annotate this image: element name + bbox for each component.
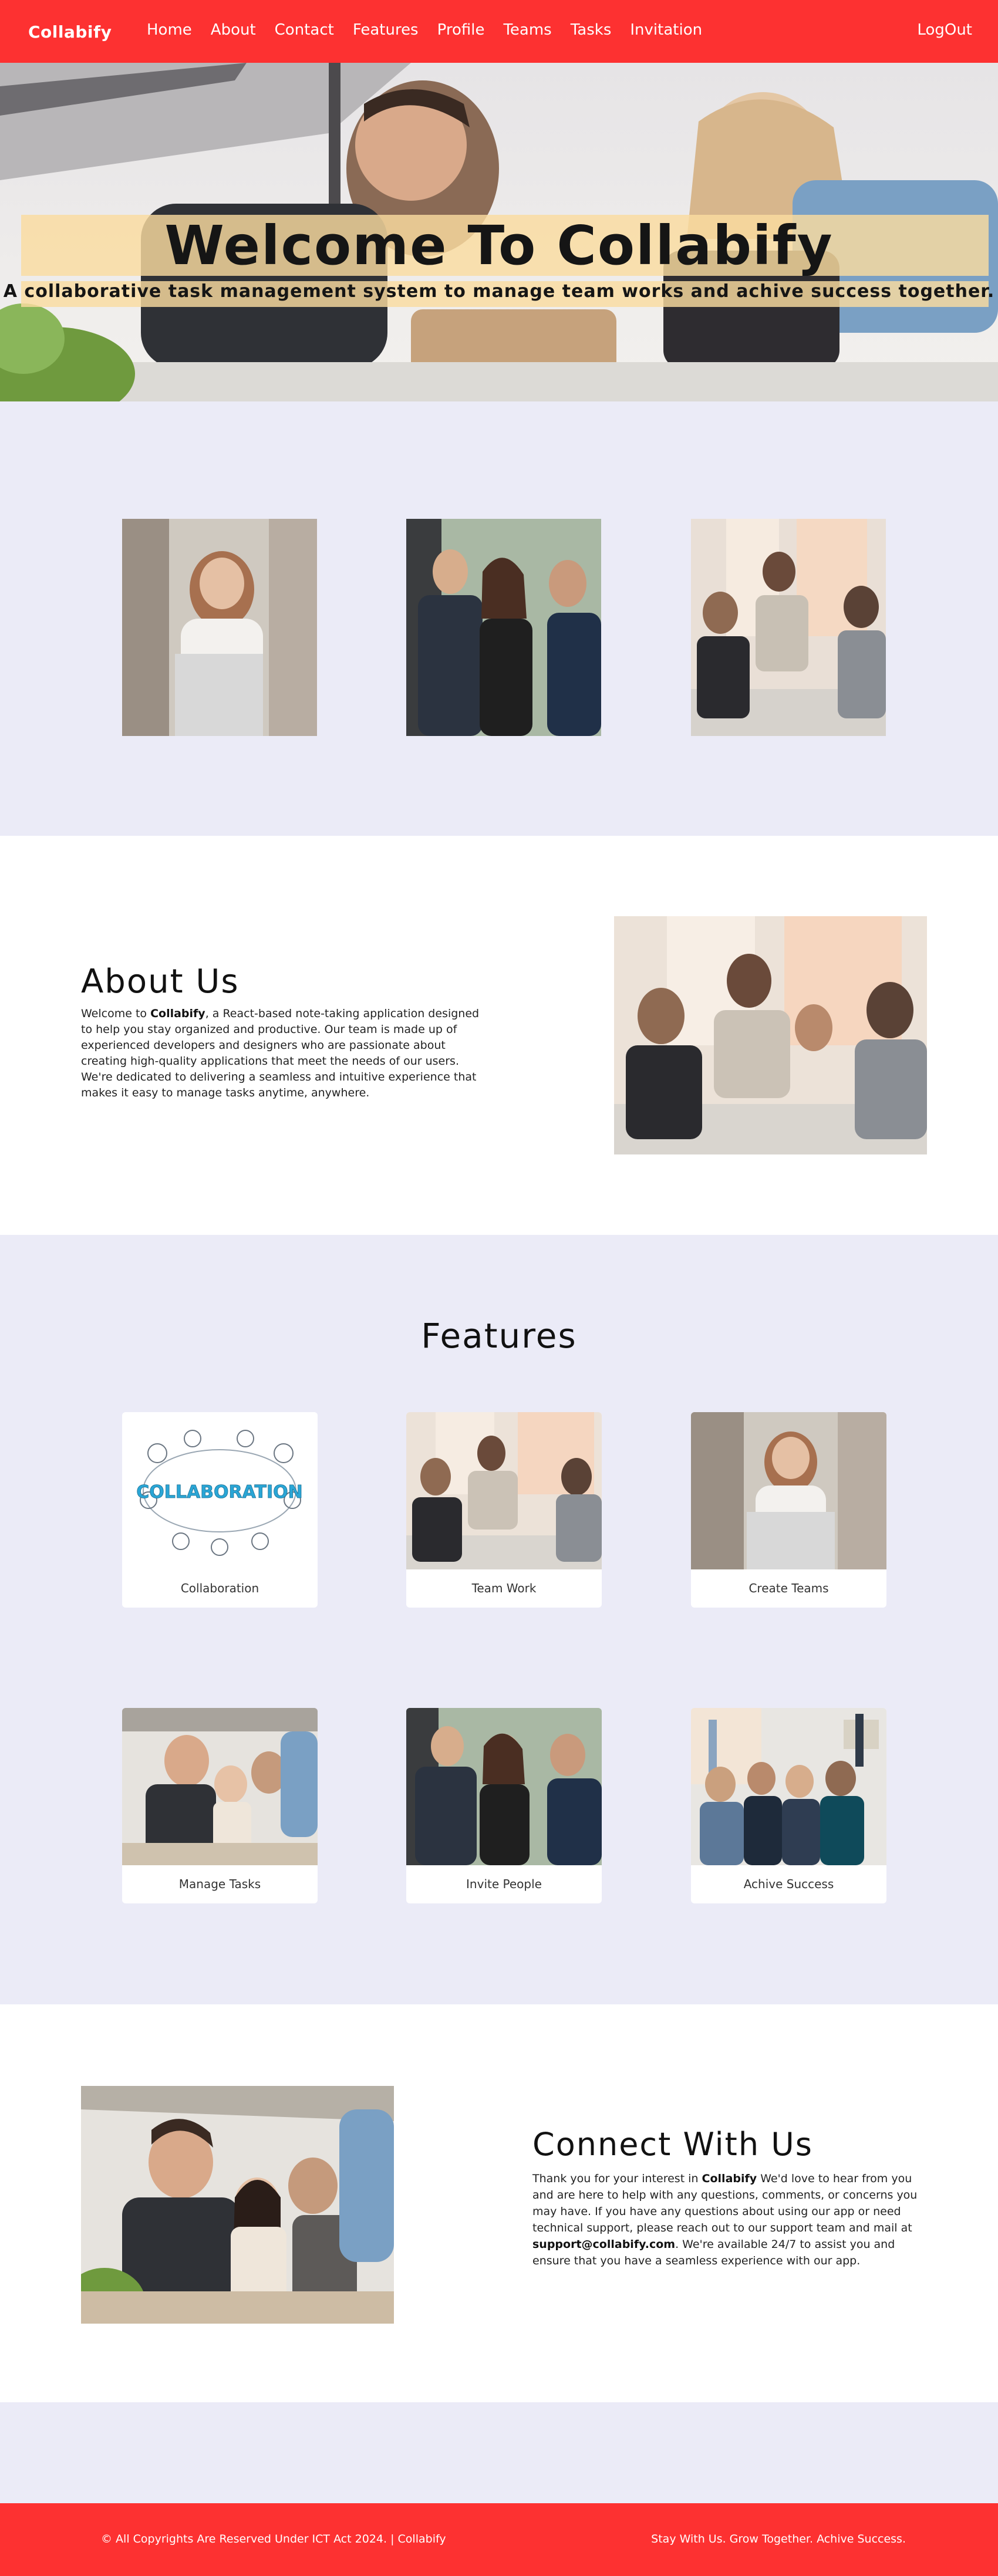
gallery-photo-team-meeting xyxy=(691,519,886,736)
connect-heading: Connect With Us xyxy=(532,2126,813,2163)
feature-card-label: Manage Tasks xyxy=(178,1877,261,1891)
nav-link-invitation[interactable]: Invitation xyxy=(630,21,702,39)
gallery-photo-team-handshake xyxy=(406,519,601,736)
hero-title: Welcome To Collabify xyxy=(164,214,834,277)
feature-card-create-teams[interactable]: Create Teams xyxy=(691,1412,886,1608)
feature-card-label: Collaboration xyxy=(180,1581,259,1595)
features-heading: Features xyxy=(421,1316,577,1356)
gallery-photo-woman-laptop xyxy=(122,519,317,736)
feature-card-label: Create Teams xyxy=(748,1581,829,1595)
nav-link-profile[interactable]: Profile xyxy=(437,21,485,39)
connect-brand-name: Collabify xyxy=(702,2172,757,2185)
collaboration-illustration: COLLABORATION xyxy=(122,1412,318,1569)
footer-copyright: © All Copyrights Are Reserved Under ICT … xyxy=(101,2533,446,2545)
section-spacer xyxy=(0,2402,998,2503)
hero-banner: Welcome To Collabify A collaborative tas… xyxy=(0,63,998,401)
feature-card-collaboration[interactable]: COLLABORATION Collaboration xyxy=(122,1412,318,1608)
features-section: Features COLLABORATION Collaboration Tea… xyxy=(0,1235,998,2004)
nav-link-contact[interactable]: Contact xyxy=(275,21,334,39)
connect-text-intro: Thank you for your interest in xyxy=(532,2172,702,2185)
nav-link-home[interactable]: Home xyxy=(147,21,192,39)
about-text-intro: Welcome to xyxy=(81,1007,151,1020)
top-navbar: Collabify Home About Contact Features Pr… xyxy=(0,0,998,63)
about-section: About Us Welcome to Collabify, a React-b… xyxy=(0,836,998,1235)
about-brand-name: Collabify xyxy=(150,1007,205,1020)
achive-success-photo xyxy=(691,1708,886,1865)
photo-gallery xyxy=(0,401,998,836)
feature-card-manage-tasks[interactable]: Manage Tasks xyxy=(122,1708,318,1903)
nav-link-about[interactable]: About xyxy=(211,21,256,39)
nav-link-tasks[interactable]: Tasks xyxy=(571,21,612,39)
team-work-photo xyxy=(406,1412,602,1569)
collaboration-logo-text: COLLABORATION xyxy=(136,1482,303,1503)
hero-subtitle: A collaborative task management system t… xyxy=(3,281,995,302)
connect-text: Thank you for your interest in Collabify… xyxy=(532,2170,920,2269)
nav-menu: Home About Contact Features Profile Team… xyxy=(147,21,721,39)
connect-section: Connect With Us Thank you for your inter… xyxy=(0,2004,998,2402)
create-teams-photo xyxy=(691,1412,886,1569)
feature-card-label: Achive Success xyxy=(743,1877,834,1891)
about-text: Welcome to Collabify, a React-based note… xyxy=(81,1006,480,1101)
feature-card-team-work[interactable]: Team Work xyxy=(406,1412,602,1608)
about-photo-team-meeting xyxy=(614,916,927,1154)
logout-button[interactable]: LogOut xyxy=(917,21,972,39)
support-email-link[interactable]: support@collabify.com xyxy=(532,2238,675,2251)
connect-photo-team xyxy=(81,2086,394,2324)
site-footer: © All Copyrights Are Reserved Under ICT … xyxy=(0,2503,998,2576)
nav-link-teams[interactable]: Teams xyxy=(503,21,551,39)
brand-logo[interactable]: Collabify xyxy=(28,22,112,42)
footer-tagline: Stay With Us. Grow Together. Achive Succ… xyxy=(651,2533,906,2545)
invite-people-photo xyxy=(406,1708,602,1865)
feature-card-label: Team Work xyxy=(471,1581,537,1595)
feature-card-achive-success[interactable]: Achive Success xyxy=(691,1708,886,1903)
about-text-body: , a React-based note-taking application … xyxy=(81,1007,480,1099)
nav-link-features[interactable]: Features xyxy=(353,21,419,39)
manage-tasks-photo xyxy=(122,1708,318,1865)
feature-card-label: Invite People xyxy=(466,1877,542,1891)
feature-card-invite-people[interactable]: Invite People xyxy=(406,1708,602,1903)
about-heading: About Us xyxy=(81,963,240,1001)
